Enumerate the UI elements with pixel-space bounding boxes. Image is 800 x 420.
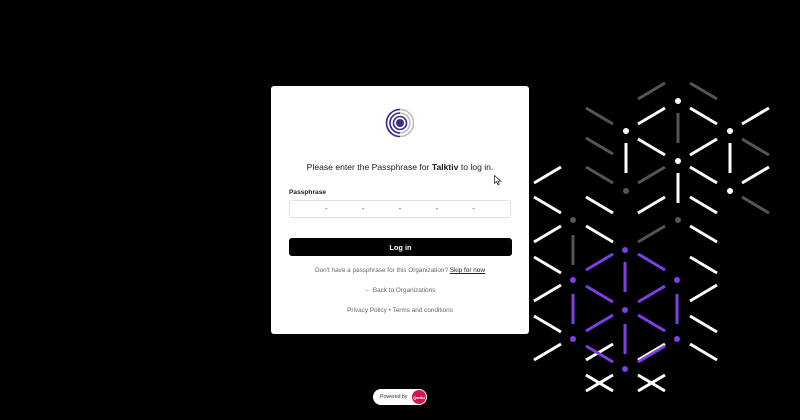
skip-text: Don't have a passphrase for this Organiz…: [315, 267, 450, 274]
brand-logo-icon: Qentu: [412, 390, 426, 404]
page: Please enter the Passphrase for Talktiv …: [0, 0, 800, 420]
organization-name: Talktiv: [431, 162, 459, 172]
powered-by-label: Powered by: [380, 394, 408, 400]
passphrase-slot[interactable]: -: [351, 201, 375, 217]
privacy-policy-link[interactable]: Privacy Policy: [347, 307, 387, 314]
back-to-organizations-link[interactable]: ← Back to Organizations: [271, 287, 529, 294]
powered-by-badge[interactable]: Powered by Qentu: [373, 389, 427, 405]
passphrase-slot[interactable]: -: [314, 201, 338, 217]
passphrase-slot[interactable]: -: [388, 201, 412, 217]
login-card: Please enter the Passphrase for Talktiv …: [271, 86, 529, 334]
login-button[interactable]: Log in: [289, 238, 512, 256]
skip-for-now-link[interactable]: Skip for now: [450, 267, 485, 274]
skip-line: Don't have a passphrase for this Organiz…: [271, 267, 529, 274]
passphrase-input[interactable]: - - - - -: [289, 200, 511, 218]
terms-link[interactable]: Terms and conditions: [393, 307, 453, 314]
mouse-pointer-icon: [494, 175, 502, 186]
concentric-circles-logo-icon: [385, 108, 415, 138]
passphrase-slot[interactable]: -: [425, 201, 449, 217]
prompt-text-before: Please enter the Passphrase for: [306, 162, 432, 172]
passphrase-slot[interactable]: -: [462, 201, 486, 217]
passphrase-prompt: Please enter the Passphrase for Talktiv …: [271, 162, 529, 172]
footer-links: Privacy Policy • Terms and conditions: [271, 307, 529, 314]
passphrase-label: Passphrase: [289, 189, 327, 196]
prompt-text-after: to log in.: [458, 162, 494, 172]
